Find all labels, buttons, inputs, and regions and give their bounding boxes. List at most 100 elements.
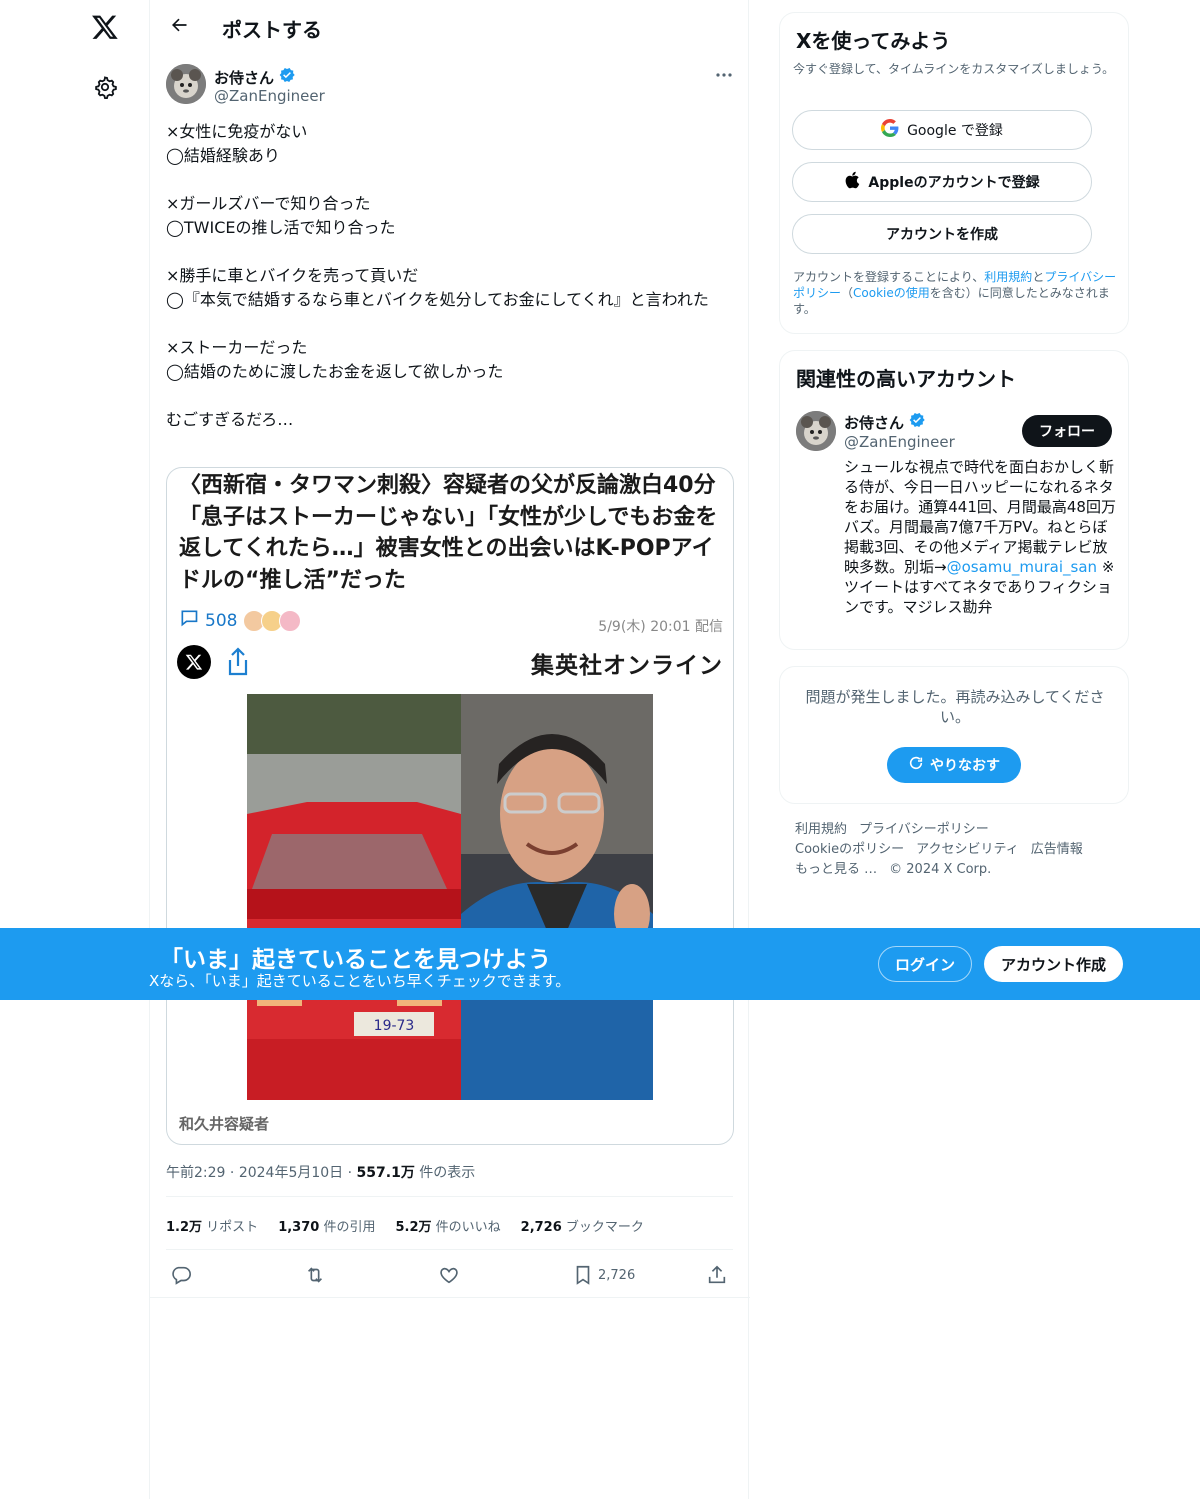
signup-button[interactable]: アカウント作成 [984,946,1123,982]
apple-signup-button[interactable]: Appleのアカウントで登録 [792,162,1092,202]
article-headline: 〈西新宿・タワマン刺殺〉容疑者の父が反論激白40分「息子はストーカーじゃない」「… [179,473,718,593]
legal-prefix: アカウントを登録することにより、 [793,270,985,284]
bottom-bar-title: 「いま」起きていることを見つけよう [160,947,551,973]
avatar[interactable] [166,64,206,104]
related-name[interactable]: お侍さん [844,411,926,433]
bookmarks-label: ブックマーク [565,1220,644,1235]
comment-icon [179,608,199,633]
comment-count-text: 508 [205,610,238,631]
x-logo-icon[interactable] [80,2,130,52]
divider [150,1297,750,1298]
share-icon[interactable] [706,1260,728,1290]
google-signup-label: Google で登録 [907,123,1003,139]
quotes-stat[interactable]: 1,370 件の引用 [278,1216,375,1235]
signup-title: Xを使ってみよう [796,29,951,53]
tweet-stats: 1.2万 リポスト 1,370 件の引用 5.2万 件のいいね 2,726 ブッ… [166,1216,644,1235]
bookmark-count: 2,726 [598,1267,636,1283]
footer-ads-link[interactable]: 広告情報 [1031,842,1083,857]
bottom-bar-subtitle: Xなら、「いま」起きていることをいち早くチェックできます。 [149,972,571,990]
tweet-paragraph: ×ガールズバーで知り合った ◯TWICEの推し活で知り合った [166,194,396,237]
error-message: 問題が発生しました。再読み込みしてください。 [805,688,1105,726]
footer-terms-link[interactable]: 利用規約 [795,822,847,837]
x-share-icon [177,645,211,679]
related-accounts-panel: 関連性の高いアカウント お侍さん @ZanEngineer フォロー シュールな… [779,350,1129,650]
login-button[interactable]: ログイン [878,946,972,982]
error-panel: 問題が発生しました。再読み込みしてください。 やりなおす [779,666,1129,804]
tweet-actions: 2,726 [166,1260,736,1290]
main-column: ポストする お侍さん @ZanEngineer ×女性に免疫がない ◯結婚経験あ… [149,0,750,1499]
bio-link[interactable]: @osamu_murai_san [947,558,1097,576]
footer-privacy-link[interactable]: プライバシーポリシー [859,822,989,837]
author-handle[interactable]: @ZanEngineer [214,87,325,105]
terms-link[interactable]: 利用規約 [984,270,1032,284]
apple-signup-label: Appleのアカウントで登録 [868,175,1040,191]
footer-copyright: © 2024 X Corp. [889,862,992,877]
related-title: 関連性の高いアカウント [796,367,1016,391]
legal-open: （ [841,286,854,300]
photo-caption: 和久井容疑者 [179,1115,270,1133]
login-prompt-bar: 「いま」起きていることを見つけよう Xなら、「いま」起きていることをいち早くチェ… [0,928,1200,1000]
related-name-text: お侍さん [844,413,905,432]
refresh-icon [908,755,924,775]
quotes-label: 件の引用 [323,1220,376,1235]
publisher-name: 集英社オンライン [531,653,723,679]
author-name[interactable]: お侍さん [214,66,296,88]
tweet-paragraph: ×勝手に車とバイクを売って貢いだ ◯『本気で結婚するなら車とバイクを処分してお金… [166,266,709,309]
footer-accessibility-link[interactable]: アクセシビリティ [916,842,1019,857]
google-signup-button[interactable]: Google で登録 [792,110,1092,150]
divider [166,1249,733,1250]
tweet-paragraph: ×女性に免疫がない ◯結婚経験あり [166,122,308,165]
footer-links: 利用規約 プライバシーポリシー Cookieのポリシー アクセシビリティ 広告情報 も… [795,820,1125,880]
retry-button[interactable]: やりなおす [887,747,1021,783]
bookmarks-value: 2,726 [520,1220,562,1235]
footer-more-link[interactable]: もっと見る … [795,862,877,877]
tweet-text: ×女性に免疫がない ◯結婚経験あり ×ガールズバーで知り合った ◯TWICEの推… [166,120,736,432]
back-arrow-icon [169,15,189,39]
bookmark-icon[interactable]: 2,726 [572,1260,635,1290]
views-count: 557.1万 [356,1165,415,1181]
likes-value: 5.2万 [395,1220,432,1235]
article-photo: 19-73 [247,694,653,1100]
reaction-emojis [243,609,302,632]
article-date: 5/9(木) 20:01 配信 [598,619,723,635]
tweet-date[interactable]: 2024年5月10日 [239,1165,343,1181]
reply-icon[interactable] [170,1260,192,1290]
retry-label: やりなおす [930,758,1000,774]
reposts-value: 1.2万 [166,1220,203,1235]
related-handle[interactable]: @ZanEngineer [844,433,955,451]
related-bio: シュールな視点で時代を面白おかしく斬る侍が、今日一日ハッピーになれるネタをお届け… [844,457,1116,617]
license-plate: 19-73 [374,1018,415,1034]
create-account-button[interactable]: アカウントを作成 [792,214,1092,254]
reaction-icon [279,609,302,632]
cookie-link[interactable]: Cookieの使用 [853,286,930,300]
avatar[interactable] [796,411,836,451]
signup-subtitle: 今すぐ登録して、タイムラインをカスタマイズしましょう。 [793,62,1115,76]
reposts-stat[interactable]: 1.2万 リポスト [166,1216,258,1235]
google-icon [881,119,899,141]
reposts-label: リポスト [206,1220,259,1235]
author-name-text: お侍さん [214,68,275,87]
top-bar: ポストする [150,0,750,54]
legal-and: と [1032,270,1045,284]
share-icon [225,646,251,678]
tweet-paragraph: ×ストーカーだった ◯結婚のために渡したお金を返して欲しかった [166,338,504,381]
tweet-paragraph: むごすぎるだろ… [166,410,294,429]
settings-icon[interactable] [80,62,130,112]
likes-label: 件のいいね [435,1220,501,1235]
legal-text: アカウントを登録することにより、利用規約とプライバシーポリシー（Cookieの使… [793,269,1118,317]
signup-panel: Xを使ってみよう 今すぐ登録して、タイムラインをカスタマイズしましょう。 Goo… [779,12,1129,334]
media-card[interactable]: 〈西新宿・タワマン刺殺〉容疑者の父が反論激白40分「息子はストーカーじゃない」「… [166,467,734,1145]
apple-icon [844,171,860,193]
quotes-value: 1,370 [278,1220,320,1235]
divider [166,1196,733,1197]
bookmarks-stat[interactable]: 2,726 ブックマーク [521,1216,644,1235]
repost-icon[interactable] [304,1260,326,1290]
like-icon[interactable] [438,1260,460,1290]
tweet-time[interactable]: 午前2:29 [166,1165,225,1181]
footer-cookie-link[interactable]: Cookieのポリシー [795,842,904,857]
likes-stat[interactable]: 5.2万 件のいいね [395,1216,500,1235]
back-button[interactable] [162,10,196,44]
tweet-timestamp: 午前2:29 · 2024年5月10日 · 557.1万 件の表示 [166,1165,476,1181]
more-icon[interactable] [708,62,740,88]
follow-button[interactable]: フォロー [1022,415,1112,447]
